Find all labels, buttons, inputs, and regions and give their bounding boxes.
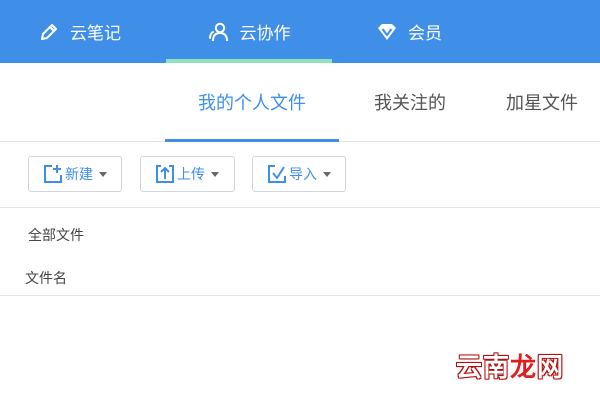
- people-icon: [208, 21, 230, 43]
- tab-starred[interactable]: 加星文件: [494, 63, 600, 141]
- watermark-text-3: 网: [536, 353, 564, 383]
- chevron-down-icon: [211, 171, 219, 177]
- diamond-icon: [376, 21, 398, 43]
- tab-my-files-label: 我的个人文件: [198, 93, 306, 114]
- tab-followed[interactable]: 我关注的: [352, 63, 468, 141]
- nav-item-collaboration[interactable]: 云协作: [166, 0, 332, 63]
- top-nav-bar: 云笔记 云协作 会员: [0, 0, 600, 63]
- pencil-icon: [38, 21, 60, 43]
- nav-item-member[interactable]: 会员: [376, 0, 442, 63]
- chevron-down-icon: [323, 171, 331, 177]
- watermark-text-2: 龙: [509, 353, 537, 383]
- new-file-icon: [43, 164, 63, 184]
- breadcrumb[interactable]: 全部文件: [28, 225, 84, 245]
- tab-starred-label: 加星文件: [506, 93, 578, 114]
- toolbar: 新建 上传 导入: [0, 142, 600, 208]
- import-button-label: 导入: [289, 167, 317, 183]
- new-button-label: 新建: [65, 167, 93, 183]
- import-button[interactable]: 导入: [252, 156, 346, 192]
- file-list-header: 文件名: [0, 258, 600, 296]
- column-header-filename[interactable]: 文件名: [25, 268, 67, 288]
- tab-followed-label: 我关注的: [374, 93, 446, 114]
- file-tabs: 我的个人文件 我关注的 加星文件: [0, 63, 600, 142]
- new-button[interactable]: 新建: [28, 156, 122, 192]
- watermark: 云南龙网: [456, 347, 564, 384]
- nav-item-notes[interactable]: 云笔记: [38, 0, 121, 63]
- chevron-down-icon: [99, 171, 107, 177]
- upload-button-label: 上传: [177, 167, 205, 183]
- app-window: 云笔记 云协作 会员 我的个人文件 我关注的 加星文件 新建 上传 导入 全部文…: [0, 0, 600, 400]
- tab-my-files[interactable]: 我的个人文件: [165, 63, 339, 142]
- import-icon: [267, 164, 287, 184]
- nav-item-notes-label: 云笔记: [70, 24, 121, 44]
- nav-item-member-label: 会员: [408, 24, 442, 44]
- upload-button[interactable]: 上传: [140, 156, 235, 192]
- upload-icon: [155, 164, 175, 184]
- nav-item-collaboration-label: 云协作: [239, 24, 291, 44]
- watermark-text-1: 云南: [455, 353, 510, 383]
